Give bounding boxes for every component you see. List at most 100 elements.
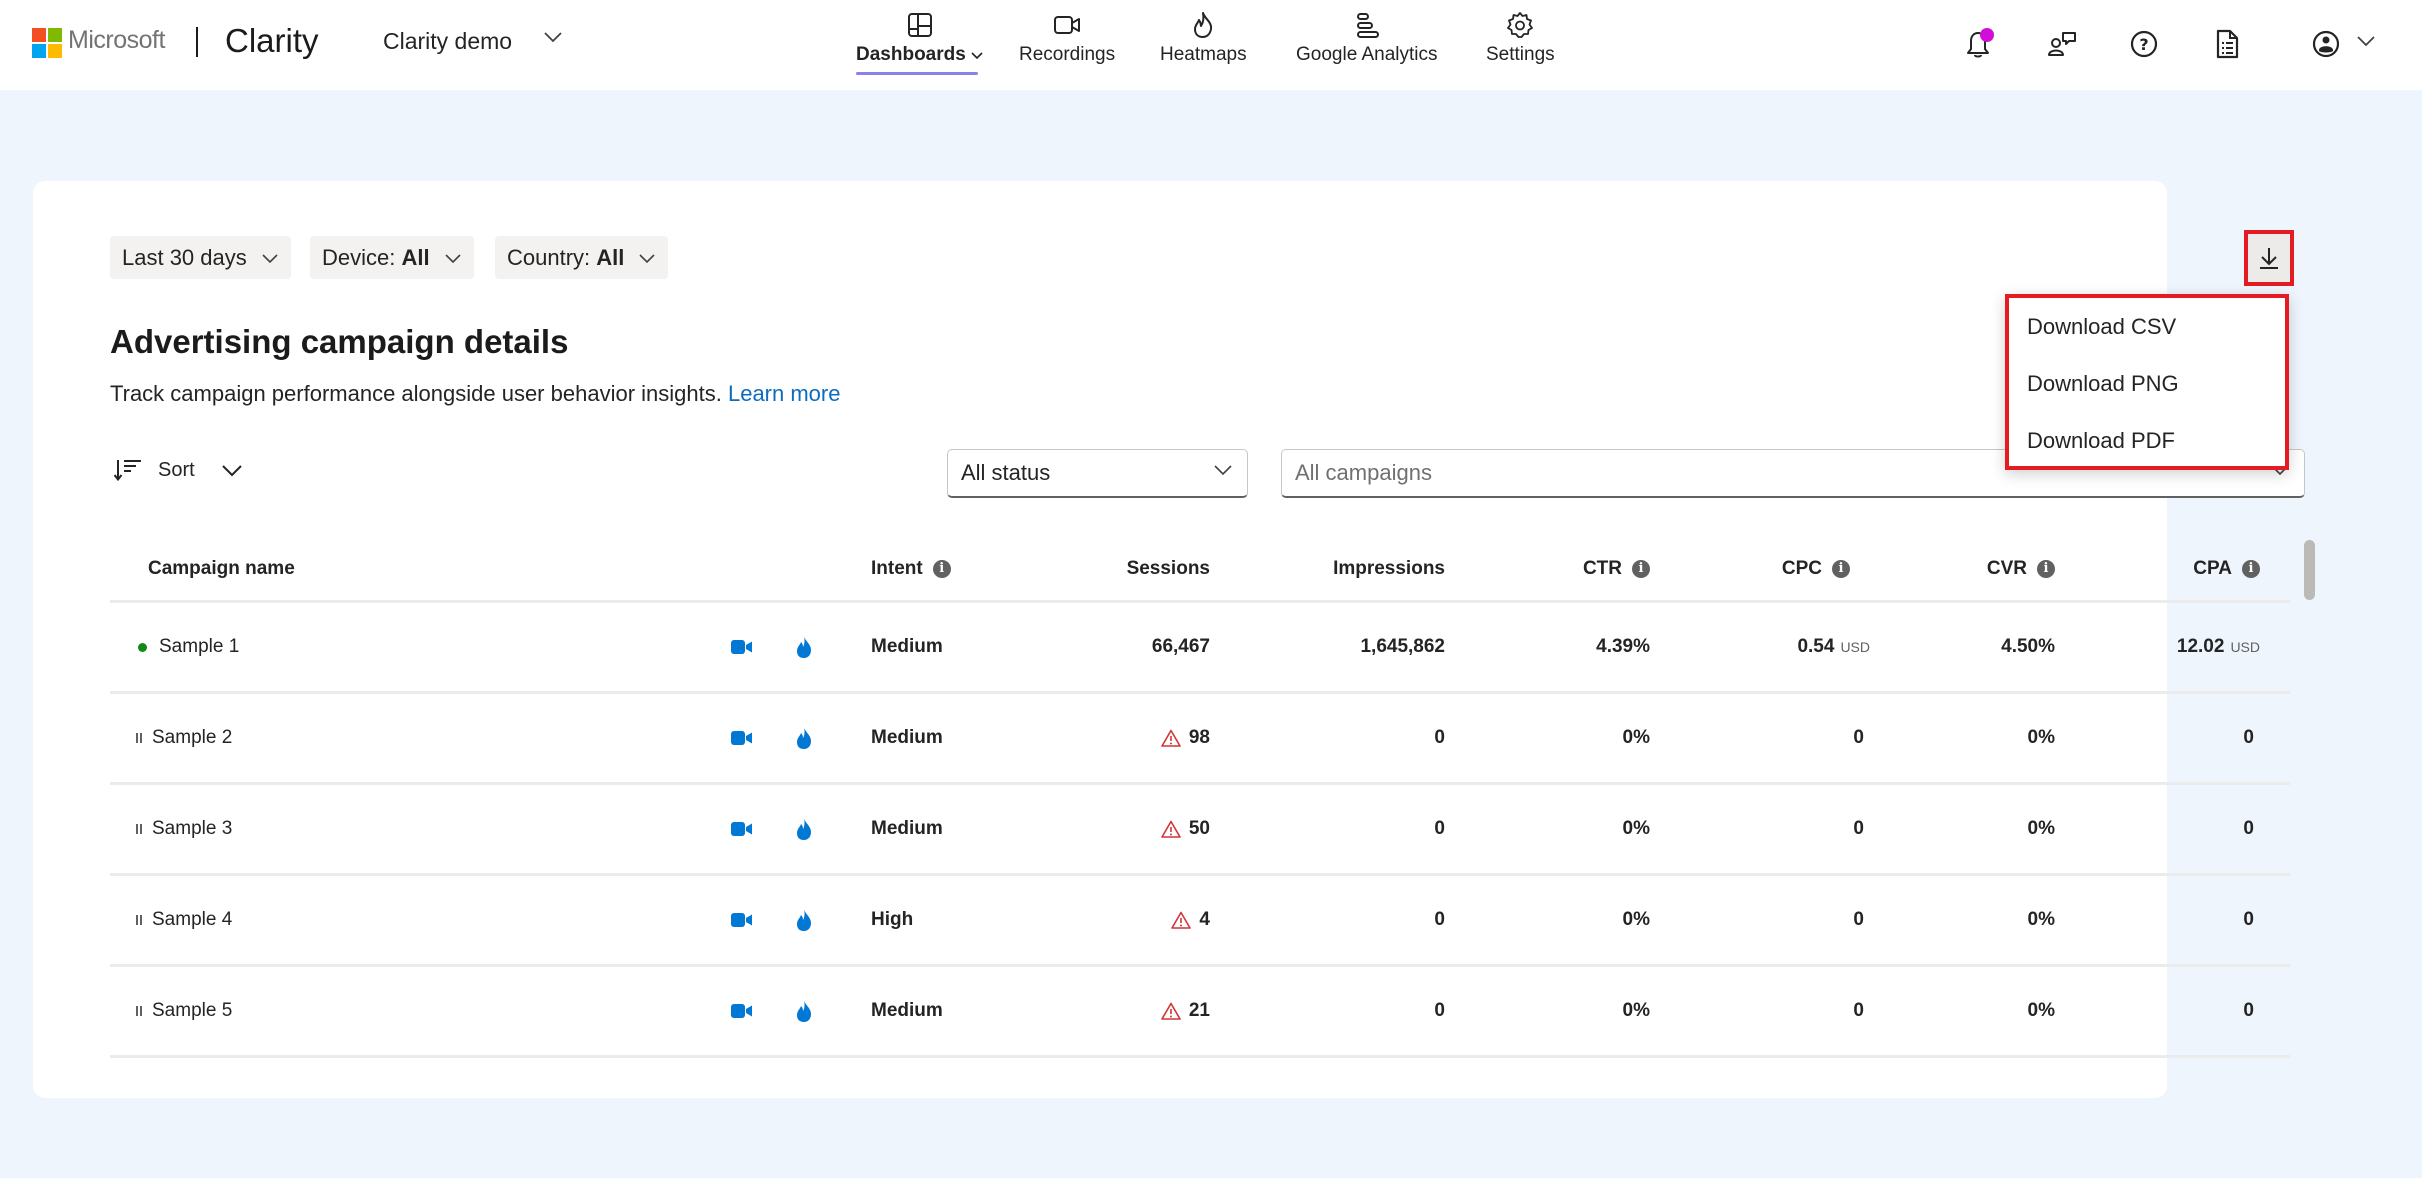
impressions-value: 0 [1434, 909, 1445, 930]
heatmaps-link[interactable] [795, 694, 813, 782]
info-icon[interactable]: i [2242, 559, 2260, 578]
recordings-link[interactable] [730, 876, 754, 964]
table-row[interactable]: Sample 5 Medium 21 0 0% 0 0% 0 [110, 967, 2290, 1058]
learn-more-link[interactable]: Learn more [728, 381, 841, 406]
table-row[interactable]: Sample 4 High 4 0 0% 0 0% 0 [110, 876, 2290, 967]
recordings-link[interactable] [730, 967, 754, 1055]
status-select[interactable]: All status [947, 449, 1248, 498]
document-icon [2216, 29, 2239, 59]
col-campaign-name[interactable]: Campaign name [148, 537, 295, 600]
download-png-item[interactable]: Download PNG [2009, 355, 2285, 412]
warning-icon[interactable] [1161, 1002, 1181, 1020]
flame-icon [797, 636, 811, 658]
download-button[interactable] [2244, 230, 2294, 286]
table-header: Campaign name Intent i Sessions Impressio… [110, 537, 2290, 603]
feedback-button[interactable] [2044, 26, 2080, 62]
info-icon[interactable]: i [932, 559, 951, 578]
sort-label: Sort [158, 458, 195, 481]
info-icon[interactable]: i [1832, 559, 1850, 578]
campaign-name-cell[interactable]: Sample 2 [110, 694, 232, 782]
col-cpc[interactable]: CPC i [1710, 537, 1850, 600]
heatmaps-link[interactable] [795, 967, 813, 1055]
campaign-name-cell[interactable]: Sample 1 [110, 603, 239, 691]
status-select-value: All status [961, 460, 1051, 485]
nav-recordings[interactable]: Recordings [1019, 10, 1115, 66]
heatmaps-link[interactable] [795, 603, 813, 691]
ctr-value: 0% [1622, 1000, 1650, 1021]
svg-text:?: ? [2139, 35, 2148, 54]
chevron-down-icon [445, 253, 461, 263]
campaign-name[interactable]: Sample 3 [152, 818, 232, 840]
col-impressions[interactable]: Impressions [1245, 537, 1445, 600]
download-menu: Download CSV Download PNG Download PDF [2005, 294, 2289, 470]
paused-status-icon [136, 1006, 142, 1016]
gear-icon [1505, 10, 1535, 40]
recordings-link[interactable] [730, 785, 754, 873]
col-sessions[interactable]: Sessions [1010, 537, 1210, 600]
sessions-value: 21 [1010, 967, 1210, 1055]
table-row[interactable]: Sample 3 Medium 50 0 0% 0 0% 0 [110, 785, 2290, 876]
campaign-name[interactable]: Sample 5 [152, 1000, 232, 1022]
active-status-icon [138, 642, 147, 652]
warning-icon[interactable] [1161, 820, 1181, 838]
video-icon [731, 731, 752, 745]
info-icon[interactable]: i [2037, 559, 2055, 578]
table-scrollbar[interactable] [2304, 540, 2315, 600]
campaign-name[interactable]: Sample 2 [152, 727, 232, 749]
cpc-value: 0.54 USD [1797, 636, 1870, 657]
recordings-link[interactable] [730, 603, 754, 691]
product-name[interactable]: Clarity [225, 22, 319, 60]
heatmaps-link[interactable] [795, 876, 813, 964]
date-range-filter[interactable]: Last 30 days [110, 236, 291, 279]
notification-badge [1980, 28, 1994, 42]
col-ctr[interactable]: CTR i [1510, 537, 1650, 600]
flame-icon [797, 818, 811, 840]
analytics-icon [1352, 10, 1382, 40]
table-row[interactable]: Sample 2 Medium 98 0 0% 0 0% 0 [110, 694, 2290, 785]
campaign-name[interactable]: Sample 4 [152, 909, 232, 931]
chevron-down-icon[interactable] [2356, 34, 2376, 48]
campaign-select-placeholder: All campaigns [1295, 460, 1432, 485]
country-filter-label: Country: All [507, 244, 625, 270]
cvr-value: 0% [2027, 818, 2055, 839]
account-button[interactable] [2308, 26, 2344, 62]
brand-divider [196, 27, 198, 57]
nav-label: Recordings [1019, 44, 1116, 65]
campaign-name-cell[interactable]: Sample 5 [110, 967, 232, 1055]
heatmaps-link[interactable] [795, 785, 813, 873]
info-icon[interactable]: i [1632, 559, 1650, 578]
cpc-value: 0 [1853, 727, 1864, 748]
help-icon: ? [2130, 30, 2158, 58]
chevron-down-icon[interactable] [543, 30, 563, 44]
col-cvr[interactable]: CVR i [1915, 537, 2055, 600]
intent-value: Medium [871, 818, 943, 839]
documentation-button[interactable] [2209, 26, 2245, 62]
download-icon [2260, 248, 2278, 269]
warning-icon[interactable] [1171, 911, 1192, 929]
campaign-name-cell[interactable]: Sample 4 [110, 876, 232, 964]
download-csv-item[interactable]: Download CSV [2009, 298, 2285, 355]
notifications-button[interactable] [1960, 26, 1996, 62]
nav-settings[interactable]: Settings [1486, 10, 1555, 66]
paused-status-icon [136, 824, 142, 834]
nav-google-analytics[interactable]: Google Analytics [1296, 10, 1438, 66]
download-pdf-item[interactable]: Download PDF [2009, 412, 2285, 469]
sort-button[interactable]: Sort [114, 458, 243, 482]
warning-icon[interactable] [1161, 729, 1181, 747]
col-cpa[interactable]: CPA i [2120, 537, 2260, 600]
campaign-name[interactable]: Sample 1 [159, 636, 239, 658]
help-button[interactable]: ? [2126, 26, 2162, 62]
device-filter[interactable]: Device: All [310, 236, 474, 279]
video-icon [731, 913, 752, 927]
nav-dashboards[interactable]: Dashboards [856, 10, 983, 66]
table-row[interactable]: Sample 1 Medium 66,467 1,645,862 4.39% 0… [110, 603, 2290, 694]
feedback-icon [2048, 32, 2076, 56]
project-selector[interactable]: Clarity demo [383, 28, 512, 55]
nav-heatmaps[interactable]: Heatmaps [1160, 10, 1247, 66]
campaign-name-cell[interactable]: Sample 3 [110, 785, 232, 873]
sessions-value: 98 [1010, 694, 1210, 782]
active-tab-indicator [856, 72, 978, 75]
col-intent[interactable]: Intent i [871, 537, 951, 600]
recordings-link[interactable] [730, 694, 754, 782]
country-filter[interactable]: Country: All [495, 236, 669, 279]
